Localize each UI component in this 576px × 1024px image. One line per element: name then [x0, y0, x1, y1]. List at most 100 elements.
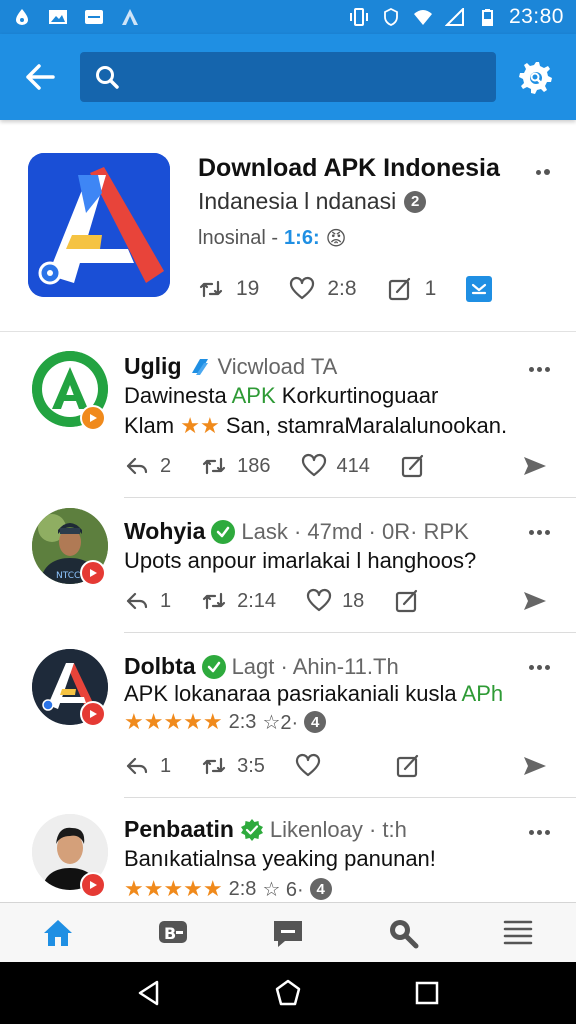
post-header: Uglig Vicwload TA — [124, 353, 337, 380]
video-badge-icon — [80, 405, 106, 431]
edit-button[interactable] — [395, 753, 421, 779]
divider — [124, 797, 576, 798]
reply-button[interactable]: 2 — [124, 453, 171, 479]
edit-button[interactable] — [394, 588, 420, 614]
apk-app-icon[interactable] — [28, 153, 170, 297]
meta-code: 1:6: — [284, 227, 320, 249]
featured-stats: 19 2:8 1 — [198, 276, 493, 302]
more-options-button[interactable] — [536, 162, 550, 182]
verified-icon — [201, 654, 226, 679]
author-name[interactable]: Dolbta — [124, 653, 196, 680]
repost-count: 19 — [236, 277, 260, 300]
post-card[interactable]: Uglig Vicwload TA Dawinesta APK Korkurti… — [0, 333, 576, 499]
post-card[interactable]: Penbaatin Likenloay · t:h Banıkatialnsa … — [0, 800, 576, 902]
edit-button[interactable] — [400, 453, 426, 479]
search-bar[interactable] — [80, 52, 496, 102]
more-options-button[interactable] — [529, 522, 550, 542]
text-segment: Klam — [124, 413, 181, 438]
post-text-line-2: Klam ★★ San, stamraMaralalunookan. — [124, 413, 507, 439]
repost-button[interactable]: 2:14 — [201, 588, 276, 614]
bookmark-icon — [472, 283, 487, 295]
more-options-button[interactable] — [529, 359, 550, 379]
svg-text:B: B — [164, 924, 176, 943]
share-button[interactable] — [522, 753, 548, 779]
rating-value: 2:8 — [228, 877, 257, 900]
triangle-back-icon — [139, 980, 159, 1006]
menu-icon — [504, 920, 533, 944]
send-icon — [524, 757, 546, 775]
search-icon — [390, 919, 419, 948]
repost-icon — [203, 592, 226, 610]
send-icon — [524, 592, 546, 610]
system-recents-button[interactable] — [407, 973, 447, 1013]
nav-messages[interactable]: B — [153, 913, 193, 953]
gallery-icon — [48, 8, 68, 26]
app-icon — [120, 8, 140, 26]
rating-row: ★★★★★ 2:3 ☆2· 4 — [124, 709, 327, 735]
nav-search[interactable] — [383, 913, 423, 953]
post-actions: 1 2:14 18 — [124, 588, 548, 614]
edit-icon — [396, 589, 418, 613]
more-options-button[interactable] — [529, 657, 550, 677]
star-rating: ★★★★★ — [124, 876, 223, 901]
system-back-button[interactable] — [129, 973, 169, 1013]
home-icon — [43, 919, 72, 946]
comment-icon — [273, 920, 302, 947]
like-button[interactable]: 18 — [306, 588, 364, 614]
settings-button[interactable] — [514, 55, 558, 99]
send-icon — [524, 457, 546, 475]
author-name[interactable]: Penbaatin — [124, 816, 234, 843]
save-button[interactable] — [466, 276, 493, 302]
post-card[interactable]: Dolbta Lagt · Ahin-11.Th APK lokanaraa p… — [0, 635, 576, 799]
text-highlight: APh — [461, 681, 504, 706]
like-button[interactable]: 414 — [301, 453, 370, 479]
verified-icon — [211, 519, 236, 544]
featured-subtitle-text: Indanesia l ndanasi — [198, 188, 397, 214]
rating-badge: 4 — [309, 878, 332, 900]
video-badge-icon — [80, 560, 106, 586]
signal-icon — [444, 8, 465, 26]
author-handle: Lagt · Ahin-11.Th — [231, 653, 399, 679]
like-button[interactable] — [295, 753, 321, 779]
featured-app-card[interactable]: Download APK Indonesia Indanesia l ndana… — [0, 128, 576, 332]
text-segment: Korkurtinoguaar — [275, 383, 439, 408]
nav-comments[interactable] — [268, 913, 308, 953]
repost-count: 186 — [237, 454, 271, 477]
post-text-line-1: Dawinesta APK Korkurtinoguaar — [124, 383, 438, 409]
repost-button[interactable]: 3:5 — [201, 753, 265, 779]
post-text-line-1: Banıkatialnsa yeaking panunan! — [124, 846, 436, 871]
heart-icon — [306, 588, 332, 612]
nav-menu[interactable] — [498, 913, 538, 953]
featured-title[interactable]: Download APK Indonesia — [198, 154, 500, 183]
chat-badge-icon: B — [158, 920, 187, 943]
share-button[interactable] — [522, 588, 548, 614]
edit-button[interactable]: 1 — [387, 276, 436, 302]
system-home-button[interactable] — [268, 973, 308, 1013]
post-card[interactable]: NTCC Wohyia Lask · 47md · 0R· RPK Upots … — [0, 500, 576, 634]
search-input[interactable] — [130, 65, 470, 89]
reply-button[interactable]: 1 — [124, 588, 171, 614]
back-button[interactable] — [18, 55, 62, 99]
drop-icon — [12, 8, 32, 26]
star-rating: ★★ — [180, 413, 220, 438]
author-name[interactable]: Wohyia — [124, 518, 205, 545]
more-options-button[interactable] — [529, 822, 550, 842]
arrow-left-icon — [26, 64, 55, 90]
reply-count: 2 — [160, 454, 172, 477]
nav-home[interactable] — [38, 913, 78, 953]
post-header: Dolbta Lagt · Ahin-11.Th — [124, 653, 399, 680]
meta-label: lnosinal - — [198, 227, 279, 249]
like-count: 18 — [342, 589, 365, 612]
repost-button[interactable]: 186 — [201, 453, 271, 479]
video-badge-icon — [80, 701, 106, 727]
repost-button[interactable]: 19 — [198, 276, 259, 302]
post-text-line-1: Upots anpour imarlakai l hanghoos? — [124, 548, 477, 573]
author-name[interactable]: Uglig — [124, 353, 182, 380]
featured-subtitle: Indanesia l ndanasi 2 — [198, 188, 427, 215]
reply-button[interactable]: 1 — [124, 753, 171, 779]
search-icon — [96, 66, 119, 89]
text-highlight: APK — [231, 383, 276, 408]
share-button[interactable] — [522, 453, 548, 479]
like-button[interactable]: 2:8 — [289, 276, 357, 302]
post-actions: 2 186 414 — [124, 453, 548, 479]
